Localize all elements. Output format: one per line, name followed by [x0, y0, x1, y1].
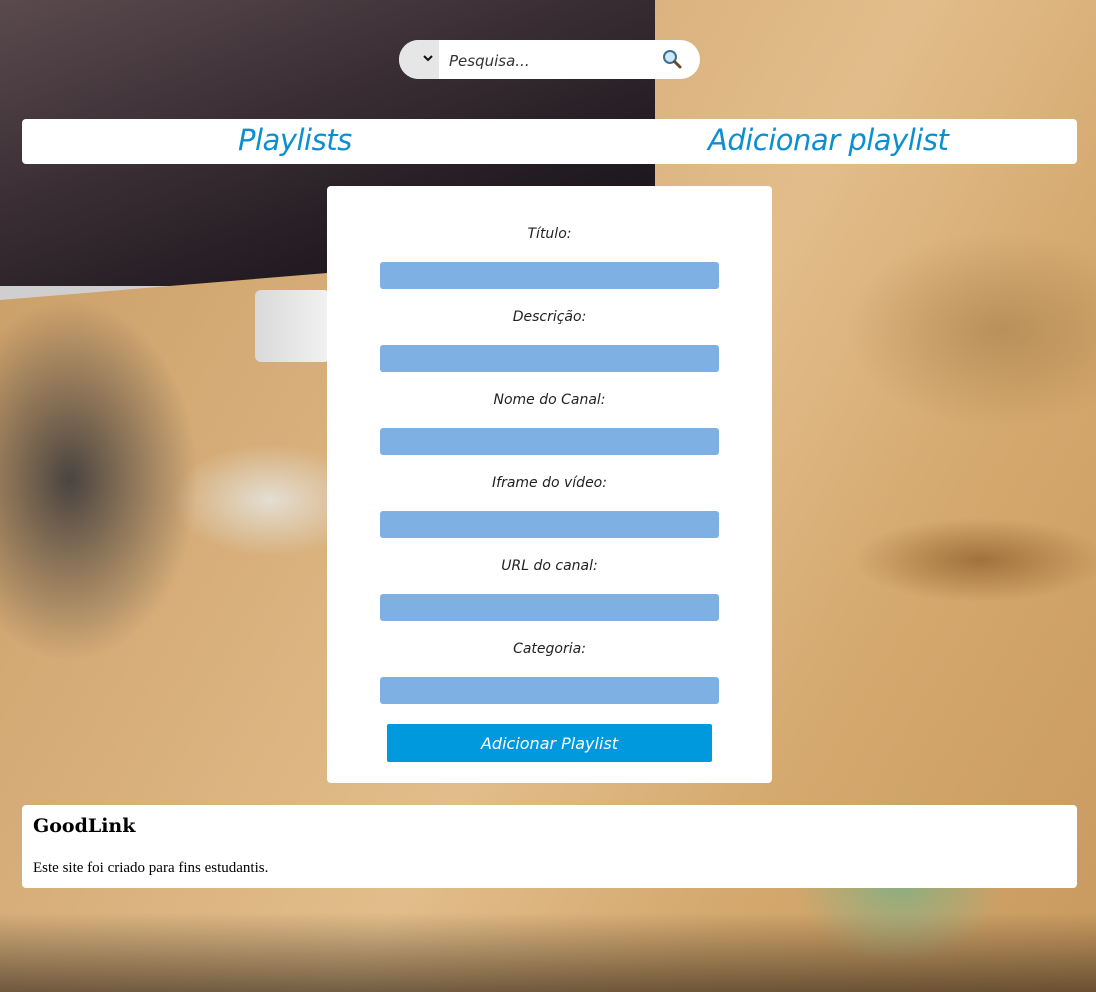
video-iframe-input[interactable] — [380, 511, 719, 538]
chevron-down-icon — [423, 53, 433, 66]
search-input[interactable] — [447, 40, 651, 81]
title-label: Título: — [527, 226, 572, 242]
description-label: Descrição: — [512, 309, 587, 325]
search-category-select[interactable] — [399, 40, 439, 79]
footer-text: Este site foi criado para fins estudanti… — [33, 860, 269, 876]
description-input[interactable] — [380, 345, 719, 372]
channel-url-label: URL do canal: — [501, 558, 598, 574]
search-button[interactable] — [661, 48, 685, 72]
category-label: Categoria: — [513, 641, 586, 657]
main-nav: Playlists Adicionar playlist — [22, 119, 1077, 164]
background-monitor-stand — [255, 290, 330, 362]
footer: GoodLink Este site foi criado para fins … — [22, 805, 1077, 888]
channel-url-input[interactable] — [380, 594, 719, 621]
channel-name-label: Nome do Canal: — [493, 392, 606, 408]
nav-link-add-playlist[interactable]: Adicionar playlist — [708, 123, 949, 157]
search-bar — [399, 40, 700, 81]
category-input[interactable] — [380, 677, 719, 704]
search-icon — [661, 50, 683, 74]
video-iframe-label: Iframe do vídeo: — [492, 475, 607, 491]
add-playlist-form: Título: Descrição: Nome do Canal: Iframe… — [327, 186, 772, 783]
channel-name-input[interactable] — [380, 428, 719, 455]
footer-title: GoodLink — [33, 815, 136, 837]
add-playlist-button[interactable]: Adicionar Playlist — [387, 724, 712, 762]
nav-link-playlists[interactable]: Playlists — [238, 123, 352, 157]
title-input[interactable] — [380, 262, 719, 289]
